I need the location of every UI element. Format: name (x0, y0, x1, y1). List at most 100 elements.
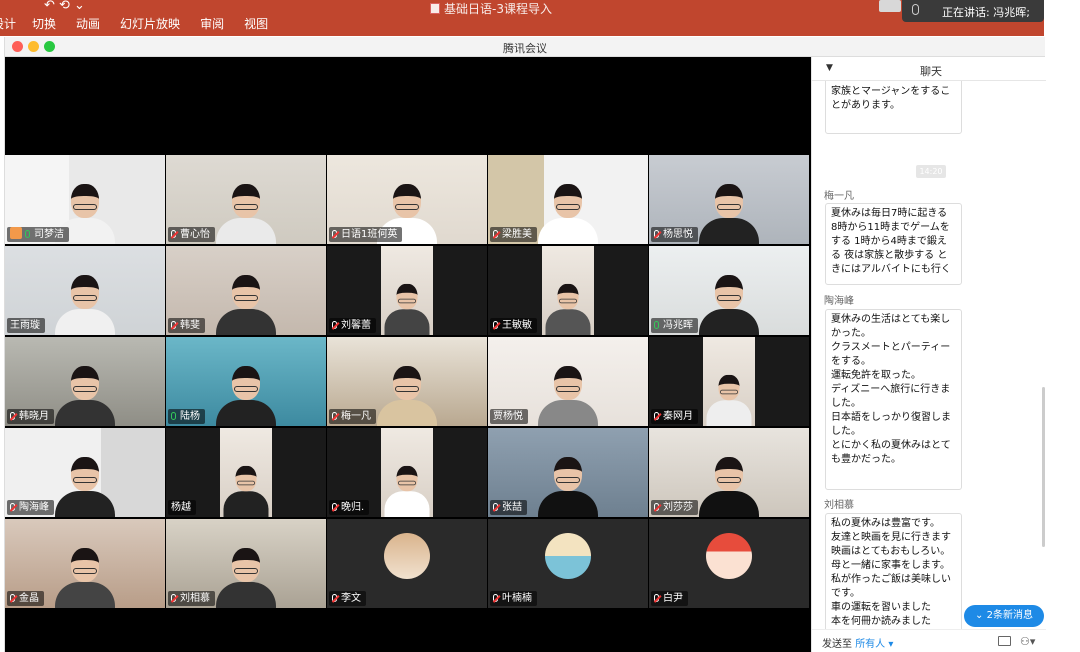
ribbon-tab-animations[interactable]: 动画 (76, 15, 100, 32)
participant-silhouette (384, 465, 430, 517)
send-to-selector[interactable]: 发送至 所有人 ▾ (822, 635, 893, 650)
participant-name-tag: 陶海峰 (7, 500, 54, 515)
participant-tile[interactable]: 韩斐 (166, 246, 326, 335)
participant-tile[interactable]: 梅一凡 (327, 337, 487, 426)
chat-sender-name: 陶海峰 (824, 296, 854, 307)
participant-tile[interactable]: 刘相慕 (166, 519, 326, 608)
portrait-video (542, 246, 594, 335)
participant-name-tag: 杨越 (168, 500, 196, 515)
ribbon-tab-view[interactable]: 视图 (244, 15, 268, 32)
participant-name-tag: 刘莎莎 (651, 500, 698, 515)
participant-tile[interactable]: 冯兆晖 (649, 246, 809, 335)
chat-title: 聊天 (920, 65, 942, 78)
torso (699, 218, 759, 244)
chat-header: ▼ 聊天 (812, 57, 1046, 81)
chat-panel: ▼ 聊天 オリンピックを見ました。 家族とマージャンをすることがあります。 14… (811, 57, 1046, 652)
participant-silhouette (538, 457, 598, 517)
participant-name-tag: 梅一凡 (329, 409, 376, 424)
user-icon[interactable]: ⚇▾ (1020, 635, 1035, 648)
glasses (556, 204, 580, 210)
participant-tile[interactable]: 陆杨 (166, 337, 326, 426)
participant-grid: 司梦洁 曹心怡 日语1班何英 梁胜美 杨思悦王雨璇 韩斐 刘馨蕾 王敏敏 冯兆晖韩晓月 陆杨 梅一凡… (5, 155, 811, 610)
participant-name: 梅一凡 (341, 411, 371, 422)
face (715, 275, 743, 309)
participant-name: 晚归. (341, 502, 365, 513)
participant-tile[interactable]: 贾杨悦 (488, 337, 648, 426)
window-title: 腾讯会议 (503, 42, 547, 55)
torso (384, 491, 430, 517)
participant-tile[interactable]: 李文 (327, 519, 487, 608)
mic-muted-icon (493, 230, 498, 238)
participant-tile[interactable]: 杨思悦 (649, 155, 809, 244)
undo-redo-icons[interactable]: ↶ ⟲ ⌄ (44, 0, 85, 13)
participant-silhouette (699, 184, 759, 244)
video-area: 司梦洁 曹心怡 日语1班何英 梁胜美 杨思悦王雨璇 韩斐 刘馨蕾 王敏敏 冯兆晖韩晓月 陆杨 梅一凡… (5, 57, 811, 652)
participant-name: 贾杨悦 (493, 411, 523, 422)
face (554, 184, 582, 218)
mic-muted-icon (332, 230, 337, 238)
participant-name-tag: 叶楠楠 (490, 591, 537, 606)
participant-name: 司梦洁 (34, 229, 64, 240)
chat-scrollbar[interactable] (1042, 387, 1045, 547)
participant-tile[interactable]: 晚归. (327, 428, 487, 517)
image-icon[interactable] (998, 636, 1011, 646)
participant-tile[interactable]: 梁胜美 (488, 155, 648, 244)
face (232, 275, 260, 309)
participant-tile[interactable]: 秦网月 (649, 337, 809, 426)
ribbon-tab-slideshow[interactable]: 幻灯片放映 (120, 15, 180, 32)
participant-name-tag: 刘相慕 (168, 591, 215, 606)
glasses (73, 386, 97, 392)
participant-name: 韩晓月 (19, 411, 49, 422)
face (396, 283, 418, 310)
torso (538, 400, 598, 426)
participant-tile[interactable]: 王敏敏 (488, 246, 648, 335)
document-title-text: 基础日语-3课程导入 (444, 2, 552, 16)
participant-tile[interactable]: 杨越 (166, 428, 326, 517)
participant-name: 秦网月 (663, 411, 693, 422)
participant-silhouette (538, 366, 598, 426)
participant-tile[interactable]: 司梦洁 (5, 155, 165, 244)
participant-name-tag: 日语1班何英 (329, 227, 403, 242)
mic-on-icon (171, 412, 176, 420)
portrait-video (381, 246, 433, 335)
participant-name: 金晶 (19, 593, 39, 604)
portrait-video (220, 428, 272, 517)
participant-tile[interactable]: 日语1班何英 (327, 155, 487, 244)
chat-sender-name: 刘相慕 (824, 500, 854, 511)
participant-tile[interactable]: 曹心怡 (166, 155, 326, 244)
ribbon-tab-design[interactable]: 设计 (0, 15, 16, 32)
participant-tile[interactable]: 叶楠楠 (488, 519, 648, 608)
face (396, 465, 418, 492)
torso (699, 491, 759, 517)
participant-tile[interactable]: 韩晓月 (5, 337, 165, 426)
glasses (556, 477, 580, 483)
participant-tile[interactable]: 刘莎莎 (649, 428, 809, 517)
ribbon-tab-review[interactable]: 审阅 (200, 15, 224, 32)
participant-tile[interactable]: 王雨璇 (5, 246, 165, 335)
meeting-window: 腾讯会议 司梦洁 曹心怡 日语1班何英 梁胜美 杨思悦王雨璇 韩斐 刘馨蕾 王敏敏 冯兆晖韩晓月… (4, 37, 1046, 652)
participant-tile[interactable]: 刘馨蕾 (327, 246, 487, 335)
participant-tile[interactable]: 白尹 (649, 519, 809, 608)
mic-on-icon (654, 321, 659, 329)
participant-name-tag: 贾杨悦 (490, 409, 528, 424)
participant-tile[interactable]: 张喆 (488, 428, 648, 517)
face (71, 275, 99, 309)
participant-silhouette (699, 275, 759, 335)
glasses (234, 204, 258, 210)
torso (377, 400, 437, 426)
participant-name-tag: 刘馨蕾 (329, 318, 376, 333)
face (715, 457, 743, 491)
torso (706, 400, 752, 426)
participant-name: 日语1班何英 (341, 229, 398, 240)
ribbon-tab-transitions[interactable]: 切换 (32, 15, 56, 32)
new-messages-button[interactable]: ⌄ 2条新消息 (964, 605, 1044, 627)
glasses (720, 389, 738, 395)
participant-name-tag: 张喆 (490, 500, 527, 515)
search-icon[interactable] (879, 0, 901, 12)
participant-name: 李文 (341, 593, 361, 604)
chat-message-list[interactable]: オリンピックを見ました。 家族とマージャンをすることがあります。 14:20 梅… (812, 81, 1046, 629)
participant-silhouette (538, 184, 598, 244)
participant-tile[interactable]: 金晶 (5, 519, 165, 608)
participant-tile[interactable]: 陶海峰 (5, 428, 165, 517)
participant-name: 冯兆晖 (663, 320, 693, 331)
